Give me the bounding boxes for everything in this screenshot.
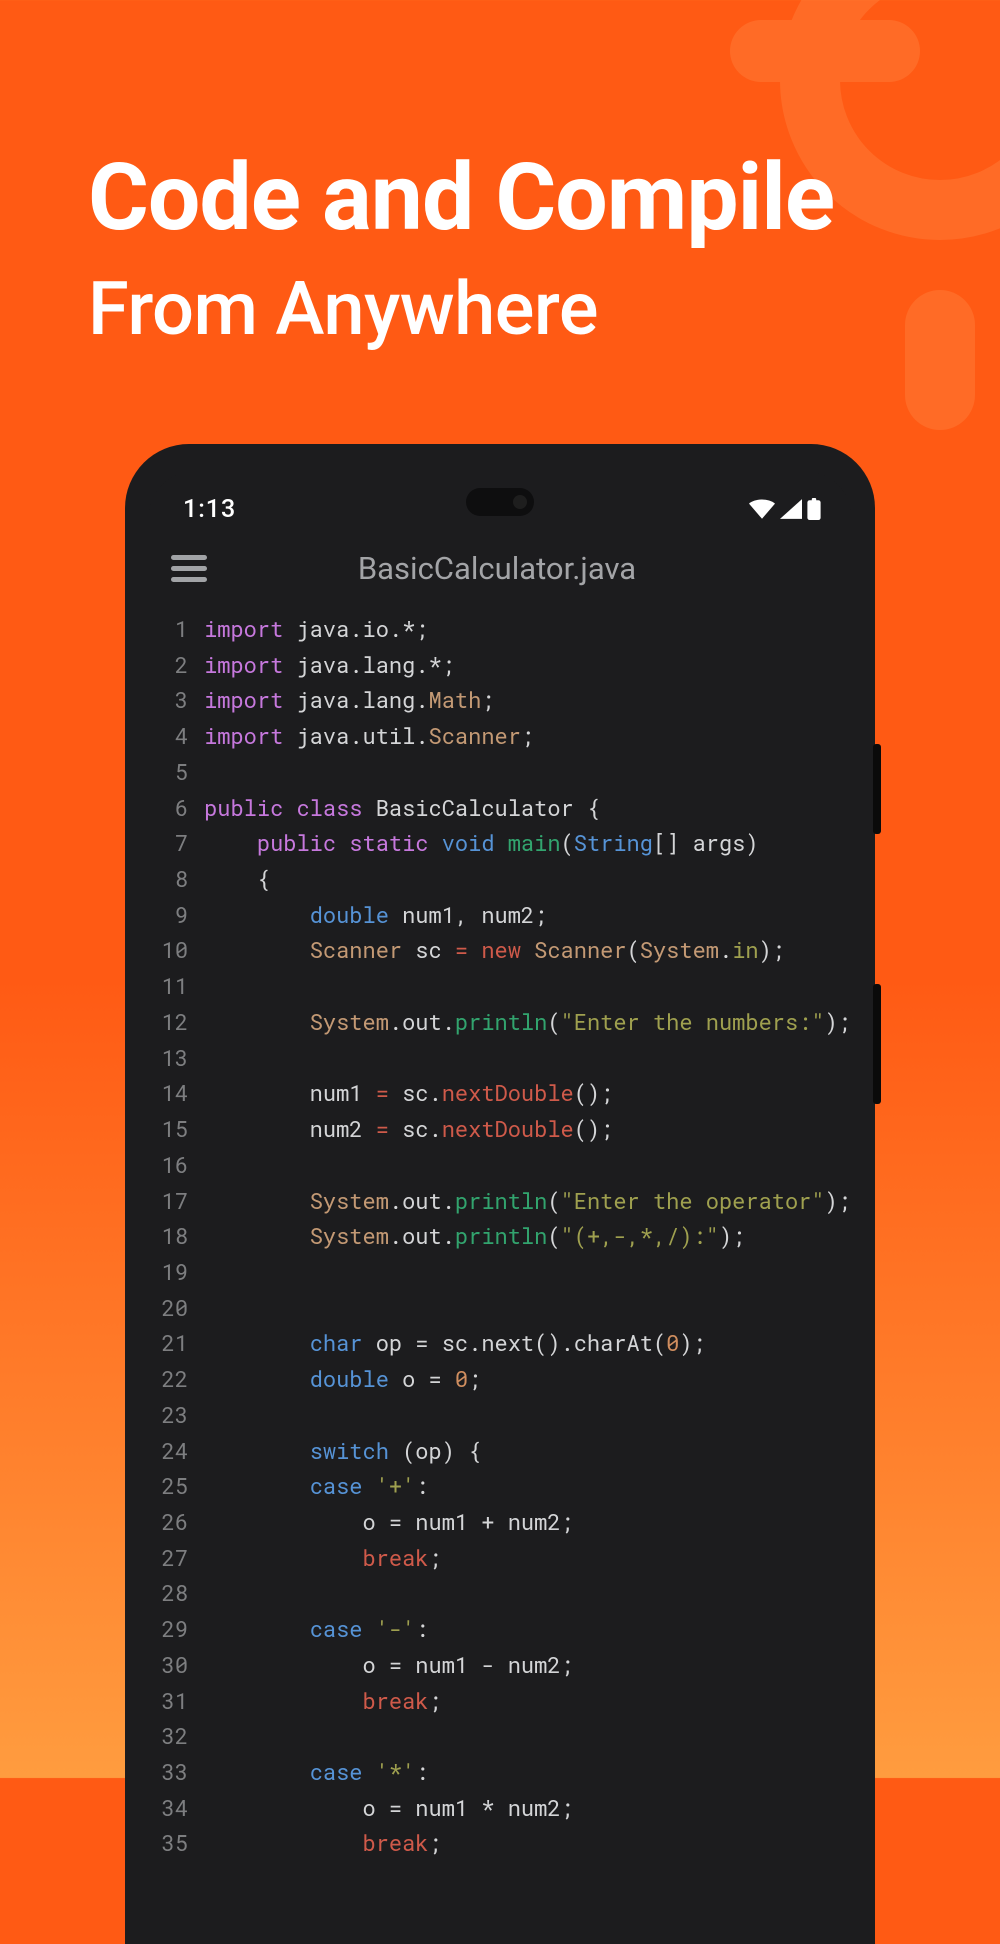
wifi-icon	[749, 499, 775, 519]
phone-power-button	[873, 744, 881, 834]
cellular-icon	[780, 499, 802, 519]
hero: Code and Compile From Anywhere	[0, 0, 1000, 353]
file-title: BasicCalculator.java	[171, 550, 823, 587]
phone-notch	[466, 488, 534, 516]
status-indicators	[749, 498, 823, 520]
app-header: BasicCalculator.java	[149, 528, 851, 607]
phone-volume-button	[873, 984, 881, 1104]
hero-subhead: From Anywhere	[88, 266, 920, 353]
line-gutter: 1234567891011121314151617181920212223242…	[149, 611, 204, 1861]
status-time: 1:13	[177, 495, 236, 524]
phone-frame: 1:13 BasicCalculator.java 12345678910111…	[125, 444, 875, 1944]
code-editor[interactable]: 1234567891011121314151617181920212223242…	[149, 607, 851, 1861]
phone-screen: 1:13 BasicCalculator.java 12345678910111…	[149, 472, 851, 1944]
hero-headline: Code and Compile	[88, 148, 920, 248]
code-content[interactable]: import java.io.*;import java.lang.*;impo…	[204, 611, 851, 1861]
phone-mockup: 1:13 BasicCalculator.java 12345678910111…	[125, 444, 875, 1944]
battery-icon	[807, 498, 821, 520]
